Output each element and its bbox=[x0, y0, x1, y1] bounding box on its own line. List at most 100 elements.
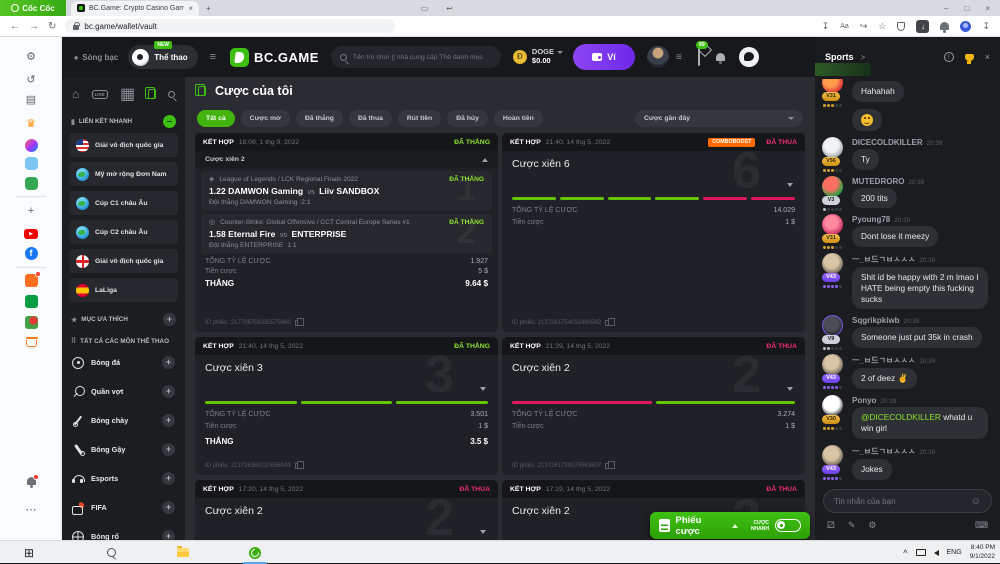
nav-sports[interactable]: Thể thao NEW bbox=[128, 45, 197, 69]
start-button[interactable]: ⊞ bbox=[14, 541, 44, 564]
language-indicator[interactable]: ENG bbox=[947, 549, 962, 556]
game-search-input[interactable]: Tên trò chơi || nhà cung cấp Thẻ danh mụ… bbox=[331, 46, 501, 68]
chat-username[interactable]: Pyoung78 bbox=[852, 215, 890, 224]
avatar[interactable] bbox=[822, 137, 843, 158]
game-controller-icon[interactable] bbox=[0, 177, 62, 194]
sidebar-item-league[interactable]: Mỹ mở rộng Đơn Nam bbox=[69, 162, 178, 186]
chat-username[interactable]: Ponyo bbox=[852, 396, 876, 405]
tab-all[interactable]: Tất cả bbox=[197, 110, 235, 127]
display-tray-icon[interactable] bbox=[916, 549, 926, 556]
chat-username[interactable]: Sqgrikpkiwb bbox=[852, 316, 900, 325]
url-text[interactable]: bc.game/wallet/vault bbox=[84, 22, 156, 31]
tray-expand-icon[interactable]: ^ bbox=[903, 548, 907, 558]
downloads-tray-icon[interactable]: ↧ bbox=[982, 21, 990, 32]
expand-icon[interactable] bbox=[480, 387, 486, 391]
chat-username[interactable]: DICECOLDKILLER bbox=[852, 138, 923, 147]
sidebar-item-esports[interactable]: Esports+ bbox=[69, 466, 178, 491]
sidebar-item-league[interactable]: Giải vô địch quốc gia bbox=[69, 249, 178, 273]
chat-username[interactable]: ㅡ_ㅂ드ㄱㅂㅅㅅㅅ bbox=[852, 255, 915, 264]
chat-username[interactable]: ㅡ_ㅂ드ㄱㅂㅅㅅㅅ bbox=[852, 356, 915, 365]
notifications-button[interactable] bbox=[716, 48, 725, 66]
bell-icon[interactable] bbox=[0, 475, 62, 489]
gear-icon[interactable]: ⚙ bbox=[0, 50, 62, 64]
sidebar-item-football[interactable]: Bóng đá+ bbox=[69, 350, 178, 375]
avatar[interactable] bbox=[822, 79, 843, 93]
sidebar-item-league[interactable]: Cúp C1 châu Âu bbox=[69, 191, 178, 215]
rain-icon[interactable]: ⚂ bbox=[827, 520, 835, 531]
save-page-icon[interactable]: ↧ bbox=[822, 21, 830, 32]
sidebar-item-league[interactable]: Cúp C2 châu Âu bbox=[69, 220, 178, 244]
browser-profile-icon[interactable] bbox=[960, 21, 971, 32]
expand-icon[interactable]: + bbox=[162, 501, 175, 514]
tab-refund[interactable]: Hoàn tiền bbox=[494, 110, 543, 127]
chevron-right-icon[interactable]: > bbox=[861, 53, 866, 62]
clock[interactable]: 8:40 PM9/1/2022 bbox=[970, 544, 995, 560]
news-app-icon[interactable] bbox=[0, 316, 62, 333]
cart-icon[interactable] bbox=[0, 336, 62, 351]
bet-slip-button[interactable]: Phiếu cược CƯỢCNHANH bbox=[650, 512, 810, 539]
bet-card[interactable]: KẾT HỢP 17:20, 14 thg 5, 2022 ĐÃ THUA Cư… bbox=[195, 480, 498, 540]
shopping-app-icon[interactable] bbox=[0, 274, 62, 291]
sidebar-item-league[interactable]: Giải vô địch quốc gia bbox=[69, 133, 178, 157]
expand-icon[interactable] bbox=[787, 387, 793, 391]
balance-selector[interactable]: Đ DOGE $0.00 bbox=[513, 48, 563, 65]
notification-bell-icon[interactable] bbox=[940, 22, 949, 30]
sidebar-item-tennis[interactable]: Quần vợt+ bbox=[69, 379, 178, 404]
reload-icon[interactable]: ↻ bbox=[48, 21, 56, 32]
reading-list-icon[interactable]: ▤ bbox=[0, 93, 62, 107]
address-bar[interactable]: bc.game/wallet/vault bbox=[65, 19, 395, 33]
home-icon[interactable]: ⌂ bbox=[72, 87, 79, 101]
info-icon[interactable]: ! bbox=[944, 52, 954, 62]
crown-icon[interactable]: ♛ bbox=[0, 117, 62, 131]
tab-cancelled[interactable]: Đã hủy bbox=[447, 110, 488, 127]
account-menu-icon[interactable]: ≡ bbox=[676, 52, 682, 63]
bookmark-star-icon[interactable]: ☆ bbox=[878, 21, 886, 32]
back-icon[interactable]: ← bbox=[10, 21, 20, 32]
sidebar-item-cricket[interactable]: Bóng Gậy+ bbox=[69, 437, 178, 462]
my-bets-icon[interactable] bbox=[148, 89, 156, 99]
coccoc-taskbar-button[interactable] bbox=[240, 541, 270, 564]
expand-icon[interactable]: + bbox=[162, 443, 175, 456]
maximize-button[interactable]: □ bbox=[964, 4, 969, 13]
rules-icon[interactable]: ✎ bbox=[848, 520, 856, 531]
mail-button[interactable]: 99 bbox=[698, 48, 700, 66]
bcgame-logo[interactable]: BC.GAME bbox=[230, 48, 319, 67]
sports-room-dropdown[interactable] bbox=[815, 63, 871, 76]
reader-mode-icon[interactable]: ▭ bbox=[421, 4, 429, 13]
sidebar-search-icon[interactable] bbox=[168, 91, 175, 98]
tab-won[interactable]: Đã thắng bbox=[296, 110, 343, 127]
forward-icon[interactable]: → bbox=[29, 21, 39, 32]
copy-icon[interactable] bbox=[605, 320, 610, 326]
taskbar-search-button[interactable] bbox=[96, 541, 126, 564]
user-avatar[interactable] bbox=[647, 46, 669, 68]
bet-card[interactable]: KẾT HỢP 21:39, 14 thg 5, 2022 ĐÃ THUA Cư… bbox=[502, 337, 805, 475]
new-tab-button[interactable]: + bbox=[206, 4, 211, 13]
copy-icon[interactable] bbox=[605, 463, 610, 469]
quick-bet-toggle[interactable] bbox=[775, 519, 801, 532]
calendar-icon[interactable]: ▦ bbox=[120, 84, 135, 104]
tab-close-icon[interactable]: × bbox=[188, 4, 193, 13]
collapse-button[interactable]: – bbox=[163, 115, 176, 128]
sidebar-item-baseball[interactable]: Bóng chày+ bbox=[69, 408, 178, 433]
coin-drop-icon[interactable]: ⚙ bbox=[868, 520, 876, 531]
close-button[interactable]: × bbox=[985, 4, 990, 13]
speaker-icon[interactable] bbox=[934, 550, 939, 556]
keyboard-icon[interactable]: ⌨ bbox=[975, 520, 988, 531]
tab-open[interactable]: Cược mở bbox=[241, 110, 290, 127]
bet-card[interactable]: KẾT HỢP 18:08, 1 thg 9, 2022 ĐÃ THẮNG Cư… bbox=[195, 133, 498, 332]
bet-leg[interactable]: 2 ◎ Counter-Strike: Global Offensive / C… bbox=[201, 214, 492, 254]
tab-lost[interactable]: Đã thua bbox=[349, 110, 392, 127]
chat-room-title[interactable]: Sports bbox=[825, 52, 854, 62]
nav-casino[interactable]: ♠ Sòng bạc bbox=[74, 53, 118, 62]
bet-card[interactable]: KẾT HỢP 21:40, 14 thg 5, 2022 COMBOBOOST… bbox=[502, 133, 805, 332]
expand-icon[interactable] bbox=[787, 183, 793, 187]
sidebar-item-fifa[interactable]: FIFA+ bbox=[69, 495, 178, 520]
avatar[interactable] bbox=[822, 445, 843, 466]
youtube-icon[interactable]: ▶ bbox=[0, 225, 62, 239]
expand-icon[interactable]: + bbox=[162, 472, 175, 485]
expand-icon[interactable]: + bbox=[162, 414, 175, 427]
menu-icon[interactable]: ≡ bbox=[210, 51, 216, 63]
sidebar-item-league[interactable]: LaLiga bbox=[69, 278, 178, 302]
avatar[interactable] bbox=[822, 253, 843, 274]
copy-icon[interactable] bbox=[295, 320, 300, 326]
